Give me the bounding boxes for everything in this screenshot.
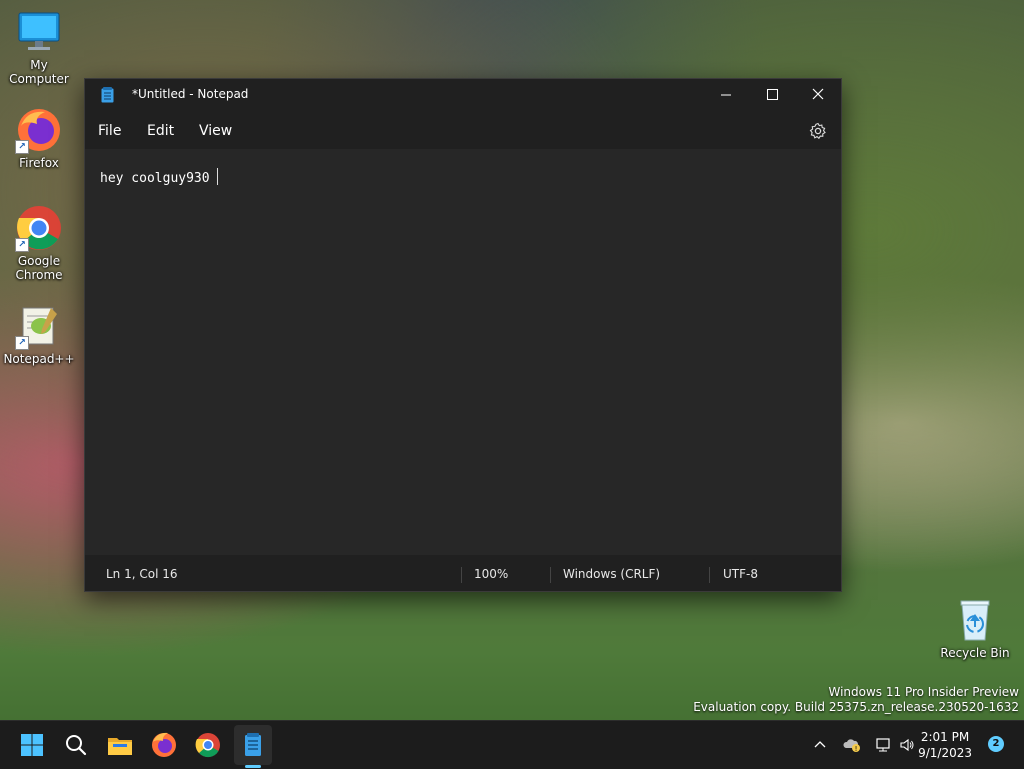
recycle-bin-icon [951, 596, 999, 644]
start-button[interactable] [16, 729, 48, 761]
menu-edit[interactable]: Edit [147, 123, 174, 139]
watermark-line-1: Windows 11 Pro Insider Preview [828, 685, 1019, 699]
windows-watermark: Windows 11 Pro Insider Preview Evaluatio… [693, 685, 1019, 715]
folder-icon [108, 738, 132, 755]
svg-text:!: ! [855, 745, 858, 753]
status-bar: Ln 1, Col 16 100% Windows (CRLF) UTF-8 [85, 557, 841, 591]
window-title: *Untitled - Notepad [132, 87, 249, 101]
close-button[interactable] [795, 79, 841, 111]
desktop-icon-label: Recycle Bin [940, 646, 1010, 660]
desktop-icon-label: My Computer [9, 58, 69, 86]
taskbar-notepad[interactable] [237, 729, 269, 761]
taskbar-file-explorer[interactable] [104, 729, 136, 761]
desktop-icon-my-computer[interactable]: My Computer [1, 8, 77, 86]
settings-gear-icon[interactable] [809, 122, 827, 140]
clock-time: 2:01 PM [920, 730, 970, 744]
title-bar[interactable]: *Untitled - Notepad [85, 79, 841, 111]
maximize-button[interactable] [749, 79, 795, 111]
status-encoding[interactable]: UTF-8 [723, 557, 758, 591]
search-icon [66, 735, 87, 756]
desktop-icon-recycle-bin[interactable]: Recycle Bin [937, 596, 1013, 660]
close-icon [812, 88, 824, 100]
minimize-button[interactable] [703, 79, 749, 111]
status-line-endings[interactable]: Windows (CRLF) [563, 557, 660, 591]
text-caret [216, 168, 218, 185]
editor-content: hey coolguy930 [100, 168, 218, 186]
desktop-icon-firefox[interactable]: ↗ Firefox [1, 106, 77, 170]
shortcut-arrow-icon: ↗ [15, 140, 29, 154]
status-separator [709, 567, 710, 583]
chrome-icon: ↗ [15, 204, 63, 252]
status-zoom[interactable]: 100% [474, 557, 508, 591]
desktop-icon-notepad-plus-plus[interactable]: ↗ Notepad++ [1, 302, 77, 366]
notepad-app-icon [101, 87, 114, 103]
search-button[interactable] [60, 729, 92, 761]
status-cursor-position: Ln 1, Col 16 [106, 567, 178, 581]
maximize-icon [767, 89, 778, 100]
firefox-icon [152, 732, 176, 757]
editor-text: hey coolguy930 [100, 171, 210, 186]
desktop-icon-label: Notepad++ [3, 352, 75, 366]
status-separator [461, 567, 462, 583]
menu-file[interactable]: File [98, 123, 121, 139]
taskbar: ! 2:01 PM 9/1/2023 2 [0, 720, 1024, 769]
notepad-window[interactable]: *Untitled - Notepad File Edit View hey c… [84, 78, 842, 592]
notification-badge[interactable]: 2 [988, 736, 1004, 752]
firefox-icon: ↗ [15, 106, 63, 154]
show-hidden-icons-chevron-icon[interactable] [812, 737, 828, 753]
windows-logo-icon [21, 734, 43, 756]
status-separator [550, 567, 551, 583]
notepad-icon [245, 733, 261, 756]
notepad-plus-plus-icon: ↗ [15, 302, 63, 350]
desktop-icon-label: Google Chrome [15, 254, 63, 282]
minimize-icon [721, 94, 731, 96]
chrome-icon [195, 733, 220, 758]
shortcut-arrow-icon: ↗ [15, 336, 29, 350]
desktop-icon-label: Firefox [19, 156, 59, 170]
menu-bar: File Edit View [85, 115, 841, 147]
onedrive-warning-icon[interactable]: ! [843, 737, 860, 753]
taskbar-chrome[interactable] [192, 729, 224, 761]
taskbar-clock[interactable]: 2:01 PM 9/1/2023 [918, 729, 972, 761]
desktop-icon-google-chrome[interactable]: ↗ Google Chrome [1, 204, 77, 282]
menu-view[interactable]: View [199, 123, 232, 139]
monitor-icon [15, 8, 63, 56]
clock-date: 9/1/2023 [918, 746, 972, 760]
text-editor[interactable]: hey coolguy930 [85, 149, 841, 555]
volume-icon[interactable] [899, 737, 915, 753]
network-icon[interactable] [875, 737, 891, 753]
watermark-line-2: Evaluation copy. Build 25375.zn_release.… [693, 700, 1019, 714]
shortcut-arrow-icon: ↗ [15, 238, 29, 252]
taskbar-firefox[interactable] [148, 729, 180, 761]
